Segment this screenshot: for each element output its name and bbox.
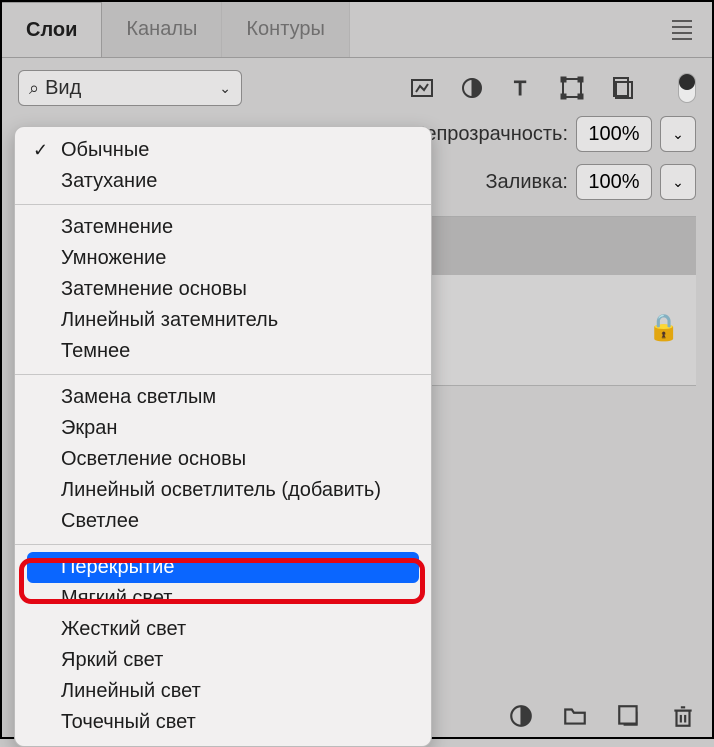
menu-item-label: Точечный свет	[61, 711, 196, 734]
chevron-down-icon: ⌄	[672, 174, 684, 191]
tab-paths-label: Контуры	[246, 18, 324, 41]
tab-layers-label: Слои	[26, 19, 77, 42]
filter-select-label: Вид	[45, 77, 219, 100]
filter-adjustment-icon[interactable]	[460, 76, 484, 100]
menu-item-label: Темнее	[61, 340, 130, 363]
menu-item-vividlight[interactable]: Яркий свет	[15, 645, 431, 676]
filter-pixel-icon[interactable]	[410, 76, 434, 100]
filter-toggle[interactable]	[678, 73, 696, 103]
tab-paths[interactable]: Контуры	[222, 2, 349, 57]
opacity-label: Непрозрачность:	[411, 123, 568, 146]
bottom-toolbar	[508, 703, 696, 729]
fill-value-input[interactable]: 100%	[576, 164, 652, 200]
menu-item-label: Экран	[61, 417, 117, 440]
menu-item-screen[interactable]: Экран	[15, 413, 431, 444]
filter-row: ⌕ Вид ⌄ T	[2, 58, 712, 110]
menu-item-multiply[interactable]: Умножение	[15, 243, 431, 274]
menu-item-darken[interactable]: Затемнение	[15, 212, 431, 243]
menu-item-softlight[interactable]: Мягкий свет	[15, 583, 431, 614]
menu-item-dissolve[interactable]: Затухание	[15, 166, 431, 197]
menu-item-linearlight[interactable]: Линейный свет	[15, 676, 431, 707]
menu-item-lighten[interactable]: Замена светлым	[15, 382, 431, 413]
trash-icon[interactable]	[670, 703, 696, 729]
menu-item-hardlight[interactable]: Жесткий свет	[15, 614, 431, 645]
menu-item-darkercolor[interactable]: Темнее	[15, 336, 431, 367]
menu-item-label: Затухание	[61, 170, 157, 193]
filter-smartobject-icon[interactable]	[610, 76, 634, 100]
opacity-value-input[interactable]: 100%	[576, 116, 652, 152]
menu-item-label: Обычные	[61, 139, 149, 162]
menu-item-label: Умножение	[61, 247, 166, 270]
tabs: Слои Каналы Контуры	[2, 2, 712, 58]
filter-text-icon[interactable]: T	[510, 76, 534, 100]
menu-item-label: Затемнение	[61, 216, 173, 239]
menu-item-label: Яркий свет	[61, 649, 163, 672]
menu-item-label: Линейный затемнитель	[61, 309, 278, 332]
chevron-down-icon: ⌄	[219, 80, 231, 97]
menu-item-label: Линейный свет	[61, 680, 201, 703]
menu-item-colorburn[interactable]: Затемнение основы	[15, 274, 431, 305]
panel-menu-icon[interactable]	[672, 20, 692, 40]
menu-item-label: Замена светлым	[61, 386, 216, 409]
svg-text:T: T	[514, 78, 526, 100]
menu-item-label: Мягкий свет	[61, 587, 172, 610]
new-layer-icon[interactable]	[616, 703, 642, 729]
tab-channels[interactable]: Каналы	[102, 2, 222, 57]
menu-item-lineardodge[interactable]: Линейный осветлитель (добавить)	[15, 475, 431, 506]
tab-layers[interactable]: Слои	[2, 2, 102, 57]
fill-dropdown-button[interactable]: ⌄	[660, 164, 696, 200]
menu-separator	[15, 544, 431, 545]
adjustment-layer-icon[interactable]	[508, 703, 534, 729]
folder-icon[interactable]	[562, 703, 588, 729]
menu-item-lightercolor[interactable]: Светлее	[15, 506, 431, 537]
menu-item-label: Линейный осветлитель (добавить)	[61, 479, 381, 502]
menu-item-label: Осветление основы	[61, 448, 246, 471]
menu-item-linearburn[interactable]: Линейный затемнитель	[15, 305, 431, 336]
menu-item-label: Перекрытие	[61, 556, 174, 579]
menu-item-normal[interactable]: ✓ Обычные	[15, 135, 431, 166]
fill-value-text: 100%	[588, 171, 639, 194]
menu-item-overlay[interactable]: Перекрытие	[27, 552, 419, 583]
menu-item-label: Светлее	[61, 510, 139, 533]
menu-separator	[15, 204, 431, 205]
search-icon: ⌕	[29, 78, 39, 99]
opacity-value-text: 100%	[588, 123, 639, 146]
menu-separator	[15, 374, 431, 375]
menu-item-pinlight[interactable]: Точечный свет	[15, 707, 431, 738]
opacity-dropdown-button[interactable]: ⌄	[660, 116, 696, 152]
menu-item-colordodge[interactable]: Осветление основы	[15, 444, 431, 475]
blend-mode-menu: ✓Обычные Затухание Затемнение Умножение …	[14, 126, 432, 747]
menu-item-label: Жесткий свет	[61, 618, 186, 641]
filter-shape-icon[interactable]	[560, 76, 584, 100]
filter-type-icons: T	[410, 76, 634, 100]
menu-item-label: Затемнение основы	[61, 278, 247, 301]
filter-select[interactable]: ⌕ Вид ⌄	[18, 70, 242, 106]
check-icon: ✓	[33, 140, 48, 161]
chevron-down-icon: ⌄	[672, 126, 684, 143]
tab-channels-label: Каналы	[126, 18, 197, 41]
lock-icon[interactable]: 🔒	[648, 312, 680, 343]
fill-label: Заливка:	[485, 171, 568, 194]
